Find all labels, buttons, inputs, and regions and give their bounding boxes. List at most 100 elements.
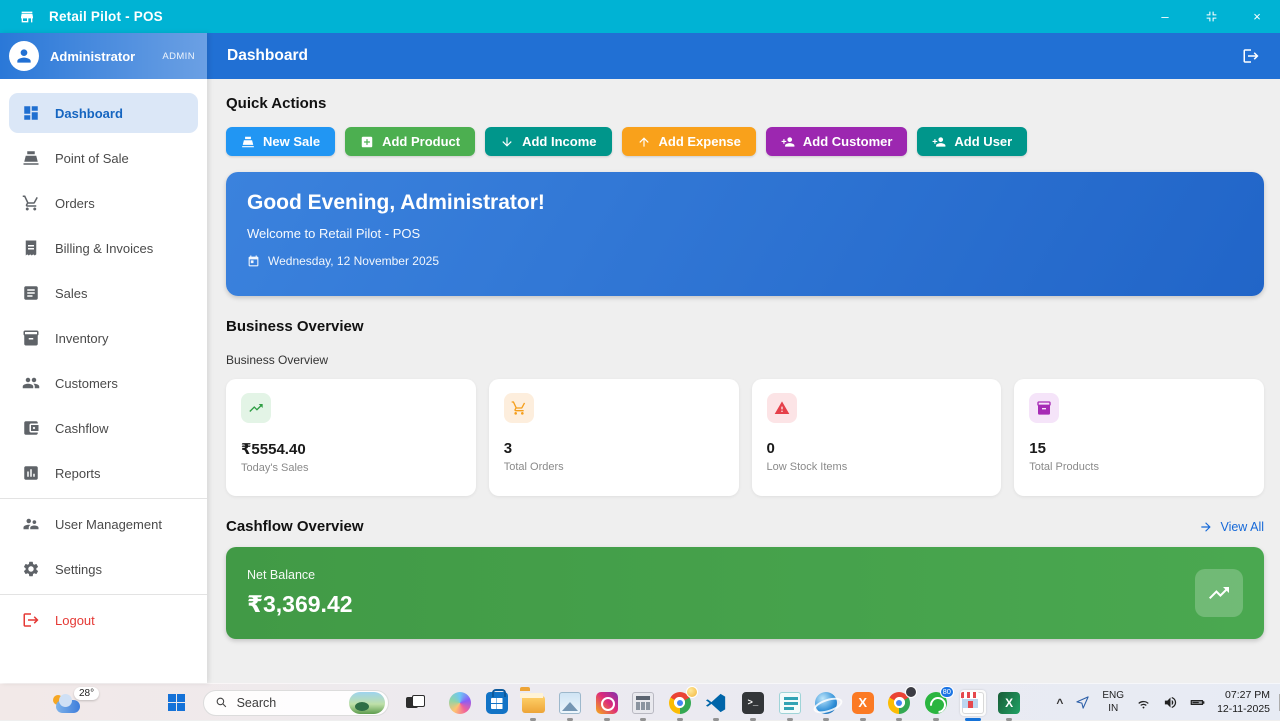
start-button[interactable] bbox=[163, 690, 189, 716]
header-logout-button[interactable] bbox=[1242, 47, 1260, 65]
add-income-button[interactable]: Add Income bbox=[485, 127, 611, 156]
excel-icon: X bbox=[998, 692, 1020, 714]
minimize-button[interactable]: – bbox=[1142, 0, 1188, 33]
sidebar-item-customers[interactable]: Customers bbox=[9, 363, 198, 403]
sidebar-item-dashboard[interactable]: Dashboard bbox=[9, 93, 198, 133]
sidebar-item-label: Logout bbox=[55, 613, 95, 628]
user-name: Administrator bbox=[50, 49, 135, 64]
view-all-link[interactable]: View All bbox=[1199, 520, 1264, 534]
sidebar-item-sales[interactable]: Sales bbox=[9, 273, 198, 313]
language-indicator[interactable]: ENG IN bbox=[1102, 690, 1124, 715]
cloud-icon bbox=[56, 700, 80, 713]
sidebar-item-point-of-sale[interactable]: Point of Sale bbox=[9, 138, 198, 178]
notepad-icon bbox=[779, 692, 801, 714]
taskbar-app-photos[interactable] bbox=[557, 690, 583, 716]
task-view-button[interactable] bbox=[402, 690, 428, 716]
taskbar-app-excel[interactable]: X bbox=[996, 690, 1022, 716]
box-icon bbox=[1036, 400, 1052, 416]
stat-value: 0 bbox=[767, 440, 987, 457]
arrow-up-icon bbox=[637, 135, 651, 149]
sidebar-item-label: Billing & Invoices bbox=[55, 241, 153, 256]
running-indicator bbox=[713, 718, 719, 721]
calculator-icon bbox=[632, 692, 654, 714]
sidebar-item-settings[interactable]: Settings bbox=[9, 549, 198, 589]
gear-icon bbox=[22, 560, 40, 578]
taskbar: 28° Search >_ X 80 X bbox=[0, 683, 1280, 720]
net-balance-chip bbox=[1195, 569, 1243, 617]
net-balance-label: Net Balance bbox=[247, 568, 353, 582]
sidebar-item-cashflow[interactable]: Cashflow bbox=[9, 408, 198, 448]
net-balance-card: Net Balance ₹3,369.42 bbox=[226, 547, 1264, 639]
sidebar-item-billing-invoices[interactable]: Billing & Invoices bbox=[9, 228, 198, 268]
close-button[interactable]: × bbox=[1234, 0, 1280, 33]
wifi-icon[interactable] bbox=[1136, 695, 1151, 710]
sidebar-item-reports[interactable]: Reports bbox=[9, 453, 198, 493]
taskbar-app-retail-pilot[interactable] bbox=[960, 690, 986, 716]
sidebar-item-user-management[interactable]: User Management bbox=[9, 504, 198, 544]
sidebar-divider bbox=[0, 594, 207, 595]
stat-value: 15 bbox=[1029, 440, 1249, 457]
stat-chip bbox=[767, 393, 797, 423]
profile-badge bbox=[905, 686, 917, 698]
clock[interactable]: 07:27 PM 12-11-2025 bbox=[1217, 689, 1270, 716]
language-line2: IN bbox=[1102, 703, 1124, 716]
add-product-button[interactable]: Add Product bbox=[345, 127, 475, 156]
taskbar-search[interactable]: Search bbox=[203, 690, 389, 716]
tray-chevron-up[interactable]: ^ bbox=[1056, 696, 1063, 710]
logout-icon bbox=[1242, 47, 1260, 65]
button-label: Add Customer bbox=[803, 134, 893, 149]
button-label: Add Product bbox=[382, 134, 460, 149]
notification-badge bbox=[686, 686, 698, 698]
taskbar-app-browser-sphere[interactable] bbox=[813, 690, 839, 716]
greeting-card: Good Evening, Administrator! Welcome to … bbox=[226, 172, 1264, 296]
running-indicator bbox=[933, 718, 939, 721]
battery-icon[interactable] bbox=[1190, 695, 1205, 710]
trending-up-icon bbox=[1207, 581, 1231, 605]
taskbar-app-xampp[interactable]: X bbox=[850, 690, 876, 716]
taskbar-app-instagram[interactable] bbox=[594, 690, 620, 716]
taskbar-app-copilot[interactable] bbox=[447, 690, 473, 716]
running-indicator bbox=[604, 718, 610, 721]
sidebar-item-logout[interactable]: Logout bbox=[9, 600, 198, 640]
people-icon bbox=[22, 374, 40, 392]
running-indicator bbox=[530, 718, 536, 721]
terminal-icon: >_ bbox=[742, 692, 764, 714]
sidebar-item-label: Settings bbox=[55, 562, 102, 577]
sidebar-nav: Dashboard Point of Sale Orders Billing &… bbox=[0, 79, 207, 683]
add-expense-button[interactable]: Add Expense bbox=[622, 127, 756, 156]
sidebar-item-label: Dashboard bbox=[55, 106, 123, 121]
xampp-icon: X bbox=[852, 692, 874, 714]
taskbar-app-whatsapp[interactable]: 80 bbox=[923, 690, 949, 716]
taskbar-app-notepad[interactable] bbox=[777, 690, 803, 716]
page-title: Dashboard bbox=[227, 47, 308, 65]
taskbar-app-chrome-2[interactable] bbox=[886, 690, 912, 716]
document-icon bbox=[22, 284, 40, 302]
copilot-icon bbox=[449, 692, 471, 714]
greeting-subtitle: Welcome to Retail Pilot - POS bbox=[247, 226, 1243, 241]
weather-widget[interactable]: 28° bbox=[52, 687, 108, 718]
taskbar-app-terminal[interactable]: >_ bbox=[740, 690, 766, 716]
stat-value: ₹5554.40 bbox=[241, 440, 461, 458]
sidebar-item-label: Orders bbox=[55, 196, 95, 211]
taskbar-app-chrome[interactable] bbox=[667, 690, 693, 716]
button-label: New Sale bbox=[263, 134, 320, 149]
taskbar-app-vscode[interactable] bbox=[703, 690, 729, 716]
globe-icon bbox=[815, 692, 837, 714]
business-overview-heading: Business Overview bbox=[226, 318, 1264, 335]
bar-chart-icon bbox=[22, 464, 40, 482]
taskbar-app-calculator[interactable] bbox=[630, 690, 656, 716]
sidebar-item-inventory[interactable]: Inventory bbox=[9, 318, 198, 358]
add-customer-button[interactable]: Add Customer bbox=[766, 127, 908, 156]
person-icon bbox=[14, 46, 34, 66]
running-indicator bbox=[896, 718, 902, 721]
new-sale-button[interactable]: New Sale bbox=[226, 127, 335, 156]
restore-button[interactable] bbox=[1188, 0, 1234, 33]
volume-icon[interactable] bbox=[1163, 695, 1178, 710]
add-user-button[interactable]: Add User bbox=[917, 127, 1027, 156]
receipt-icon bbox=[22, 239, 40, 257]
taskbar-app-ms-store[interactable] bbox=[484, 690, 510, 716]
running-indicator bbox=[860, 718, 866, 721]
taskbar-app-file-explorer[interactable] bbox=[520, 690, 546, 716]
location-indicator-icon[interactable] bbox=[1075, 695, 1090, 710]
sidebar-item-orders[interactable]: Orders bbox=[9, 183, 198, 223]
